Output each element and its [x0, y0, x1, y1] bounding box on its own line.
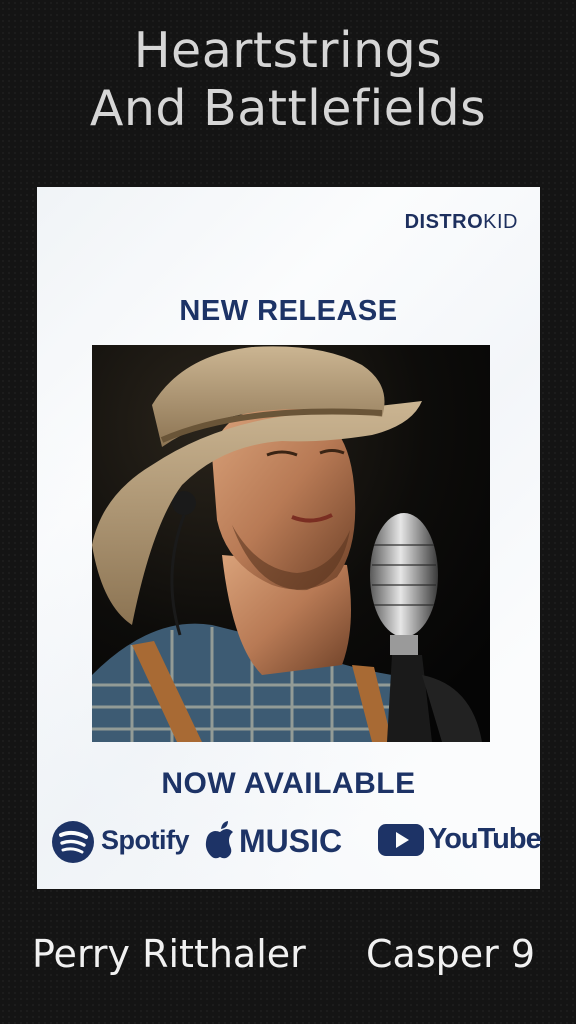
youtube-label: YouTube — [428, 823, 542, 855]
youtube-icon — [378, 824, 424, 856]
release-poster: DISTROKID NEW RELEASE NOW AVAILABLE Spot… — [37, 187, 542, 889]
now-available-heading: NOW AVAILABLE — [161, 767, 416, 800]
spotify-label: Spotify — [101, 825, 190, 855]
apple-icon — [205, 821, 233, 859]
brand-bold: DISTRO — [404, 211, 484, 233]
distrokid-logo: DISTROKID — [405, 211, 518, 234]
spotify-icon — [52, 821, 94, 863]
new-release-heading: NEW RELEASE — [179, 295, 398, 327]
platform-logos: Spotify MUSIC YouTube — [51, 817, 542, 867]
artist-name: Perry Ritthaler — [32, 932, 306, 976]
apple-music-label: MUSIC — [239, 823, 343, 859]
brand-light: KID — [483, 211, 518, 233]
song-title-line-1: Heartstrings — [133, 22, 443, 79]
singer-photo — [92, 345, 490, 742]
song-title: Heartstrings And Battlefields — [0, 22, 576, 138]
catalog-label: Casper 9 — [366, 932, 535, 976]
song-title-line-2: And Battlefields — [89, 80, 487, 137]
